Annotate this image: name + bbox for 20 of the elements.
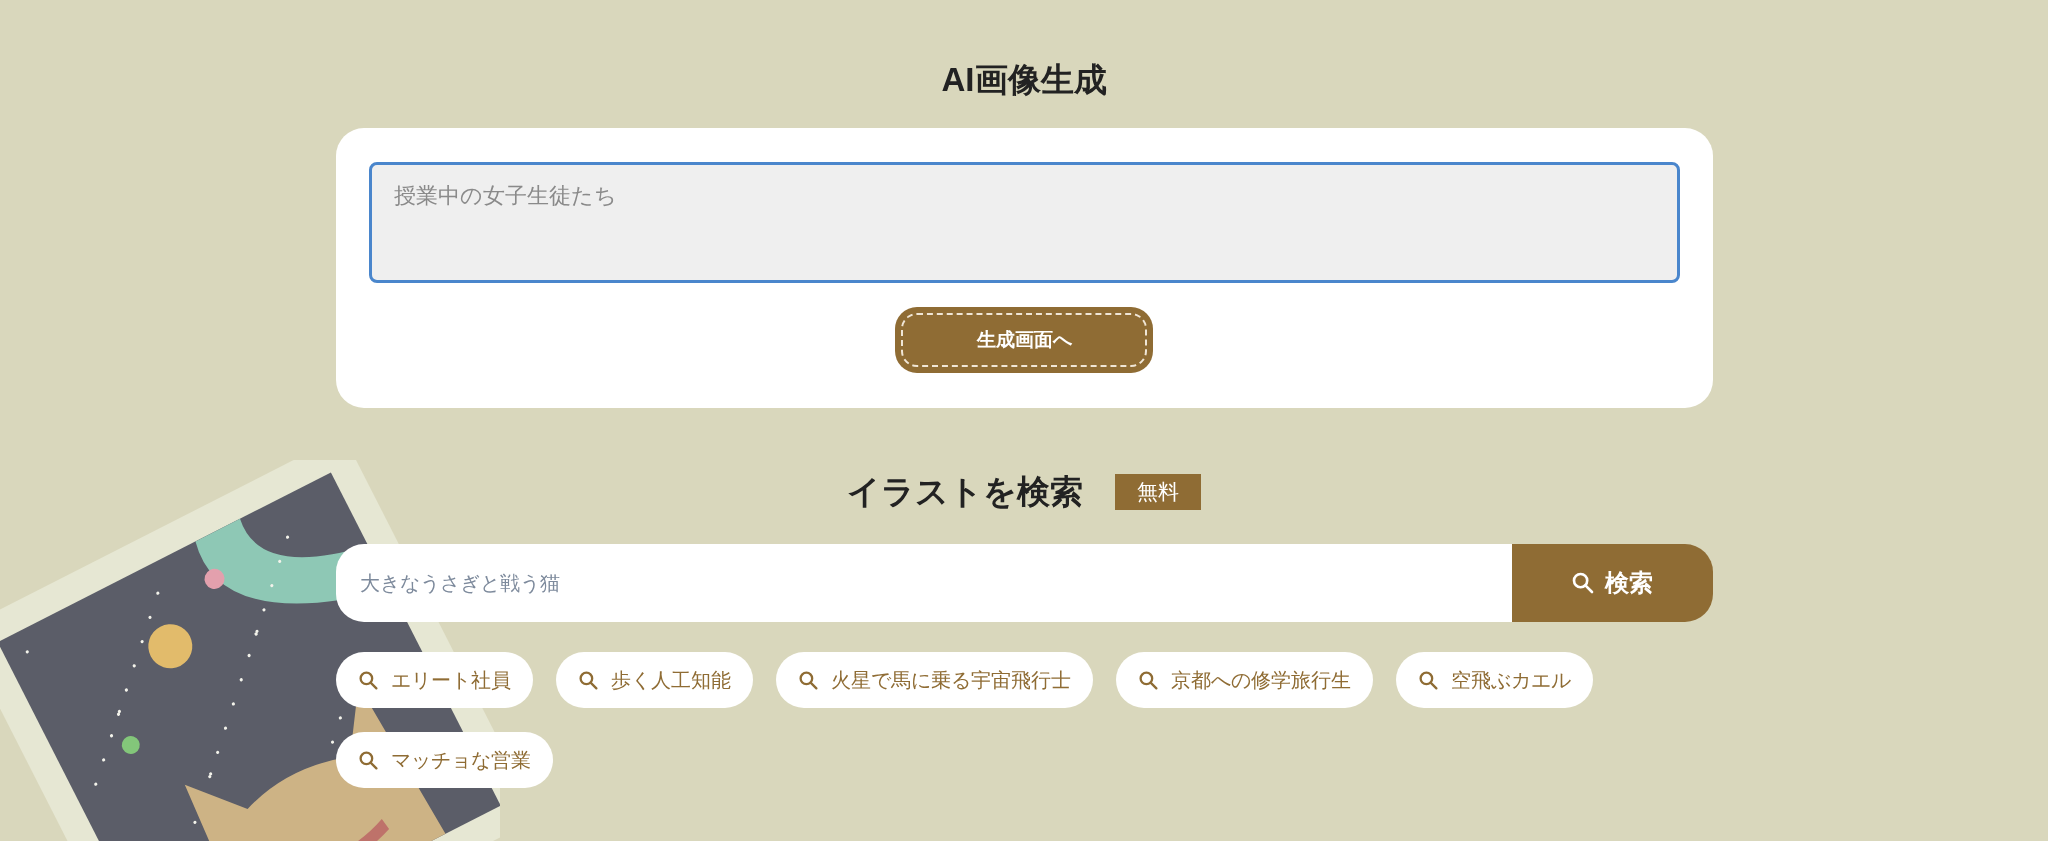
search-icon bbox=[1137, 669, 1159, 691]
suggestion-chip[interactable]: 歩く人工知能 bbox=[555, 652, 753, 708]
search-icon bbox=[357, 749, 379, 771]
search-icon bbox=[577, 669, 599, 691]
search-icon bbox=[1571, 571, 1595, 595]
section-title: イラストを検索 bbox=[847, 472, 1083, 512]
search-button[interactable]: 検索 bbox=[1511, 544, 1713, 622]
search-icon bbox=[1417, 669, 1439, 691]
suggestion-chip[interactable]: 火星で馬に乗る宇宙飛行士 bbox=[775, 652, 1093, 708]
suggestion-chip[interactable]: マッチョな営業 bbox=[335, 732, 553, 788]
suggestion-chip[interactable]: 京都への修学旅行生 bbox=[1115, 652, 1373, 708]
search-icon bbox=[357, 669, 379, 691]
search-icon bbox=[797, 669, 819, 691]
free-badge: 無料 bbox=[1115, 474, 1201, 510]
prompt-field[interactable]: 授業中の女子生徒たち bbox=[368, 162, 1680, 283]
generate-button[interactable]: 生成画面へ bbox=[895, 307, 1153, 373]
section-title: AI画像生成 bbox=[941, 60, 1107, 100]
suggestion-chip[interactable]: 空飛ぶカエル bbox=[1395, 652, 1593, 708]
search-field[interactable]: 大きなうさぎと戦う猫 bbox=[335, 544, 1512, 622]
suggestion-chip[interactable]: エリート社員 bbox=[335, 652, 533, 708]
